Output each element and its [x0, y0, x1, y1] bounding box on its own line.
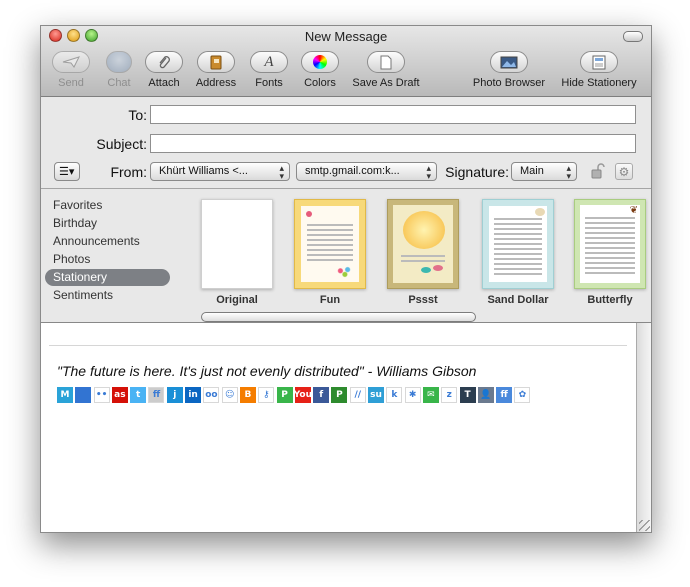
hide-stationery-label: Hide Stationery	[561, 77, 637, 89]
plurk-icon[interactable]: P	[276, 387, 293, 403]
zooomr-icon[interactable]: z	[441, 387, 458, 403]
signature-label: Signature:	[445, 164, 509, 180]
friendfeed-icon[interactable]: ff	[148, 387, 165, 403]
attach-button[interactable]: Attach	[134, 51, 194, 89]
draft-icon	[367, 51, 405, 73]
subject-label: Subject:	[96, 136, 147, 152]
template-label: Pssst	[408, 294, 438, 306]
message-body[interactable]: "The future is here. It's just not evenl…	[41, 323, 636, 532]
smtp-value: smtp.gmail.com:k...	[305, 165, 400, 177]
template-label: Original	[216, 294, 258, 306]
template-sand-dollar[interactable]	[482, 199, 554, 289]
category-stationery[interactable]: Stationery	[45, 269, 170, 286]
stationery-icon	[580, 51, 618, 73]
twitxr-icon[interactable]: ✉	[422, 387, 439, 403]
from-value: Khürt Williams <...	[159, 165, 248, 177]
kirtsy-icon[interactable]: k	[386, 387, 403, 403]
window-title: New Message	[304, 29, 388, 44]
twitter-icon[interactable]: t	[130, 387, 147, 403]
chat-icon	[106, 51, 132, 73]
template-butterfly[interactable]: ❦	[574, 199, 646, 289]
lastfm-icon[interactable]: as	[111, 387, 128, 403]
address-button[interactable]: Address	[186, 51, 246, 89]
updown-arrows-icon: ▴ ▾	[279, 163, 284, 181]
category-favorites[interactable]: Favorites	[45, 197, 170, 214]
category-birthday[interactable]: Birthday	[45, 215, 170, 232]
template-label: Butterfly	[587, 294, 633, 306]
jaiku-icon[interactable]: j	[166, 387, 183, 403]
header-fields-menu[interactable]: ☰▾	[54, 162, 80, 181]
key-icon[interactable]: ⚷	[258, 387, 275, 403]
fonts-icon: A	[250, 51, 288, 73]
flower-icon[interactable]: ✿	[514, 387, 531, 403]
list-icon: ☰▾	[59, 166, 75, 178]
paperclip-icon	[145, 51, 183, 73]
pownce-icon[interactable]: P	[331, 387, 348, 403]
profile-icon[interactable]: 👤	[477, 387, 494, 403]
smiley-icon[interactable]: ☺	[221, 387, 238, 403]
netvibes-icon[interactable]: //	[349, 387, 366, 403]
stationery-scrollbar[interactable]	[201, 312, 476, 322]
subject-field[interactable]	[150, 134, 636, 153]
signature-value: Main	[520, 165, 544, 177]
color-wheel-icon	[301, 51, 339, 73]
signature-popup[interactable]: Main ▴ ▾	[511, 162, 577, 181]
photo-browser-label: Photo Browser	[472, 77, 546, 89]
save-as-draft-button[interactable]: Save As Draft	[343, 51, 429, 89]
resize-grip-icon[interactable]	[639, 520, 650, 531]
send-icon	[52, 51, 90, 73]
smtp-popup[interactable]: smtp.gmail.com:k... ▴ ▾	[296, 162, 437, 181]
colors-button[interactable]: Colors	[290, 51, 350, 89]
blogger-icon[interactable]: B	[239, 387, 256, 403]
category-photos[interactable]: Photos	[45, 251, 170, 268]
ff-icon[interactable]: ff	[496, 387, 513, 403]
stationery-pane: Favorites Birthday Announcements Photos …	[41, 189, 651, 323]
category-announcements[interactable]: Announcements	[45, 233, 170, 250]
category-sentiments[interactable]: Sentiments	[45, 287, 170, 304]
cc-icon[interactable]: oo	[203, 387, 220, 403]
body-scrollbar[interactable]	[636, 323, 651, 532]
linkedin-icon[interactable]: in	[185, 387, 202, 403]
lock-icon[interactable]	[591, 163, 605, 179]
template-pssst[interactable]	[387, 199, 459, 289]
yelp-icon[interactable]: ✱	[404, 387, 421, 403]
save-as-draft-label: Save As Draft	[352, 77, 420, 89]
attach-label: Attach	[148, 77, 180, 89]
template-fun[interactable]	[294, 199, 366, 289]
from-popup[interactable]: Khürt Williams <... ▴ ▾	[150, 162, 290, 181]
facebook-icon[interactable]: f	[313, 387, 330, 403]
compose-window: New Message Send Chat Attach Address A F…	[40, 25, 652, 533]
template-label: Sand Dollar	[487, 294, 549, 306]
youtube-icon[interactable]: You	[294, 387, 311, 403]
signature-quote: "The future is here. It's just not evenl…	[57, 363, 477, 379]
address-label: Address	[195, 77, 237, 89]
hide-stationery-button[interactable]: Hide Stationery	[556, 51, 642, 89]
tumblr-icon[interactable]: T	[459, 387, 476, 403]
title-bar: New Message Send Chat Attach Address A F…	[41, 26, 651, 97]
to-field[interactable]	[150, 105, 636, 124]
message-header: To: Subject: ☰▾ From: Khürt Williams <..…	[41, 97, 651, 189]
flickr-icon[interactable]: ••	[93, 387, 110, 403]
address-book-icon	[197, 51, 235, 73]
template-label: Fun	[319, 294, 341, 306]
from-label: From:	[110, 164, 147, 180]
gear-icon[interactable]: ⚙	[615, 163, 633, 180]
updown-arrows-icon: ▴ ▾	[566, 163, 571, 181]
colors-label: Colors	[304, 77, 336, 89]
social-icons-row: M••astffjinoo☺B⚷PYoufP//suk✱✉zT👤ff✿	[57, 387, 533, 403]
toolbar-toggle-button[interactable]	[623, 31, 643, 42]
template-original[interactable]	[201, 199, 273, 289]
signature-divider	[49, 345, 627, 346]
photo-browser-button[interactable]: Photo Browser	[464, 51, 554, 89]
updown-arrows-icon: ▴ ▾	[426, 163, 431, 181]
mybloglog-icon[interactable]: M	[57, 387, 73, 403]
photo-browser-icon	[490, 51, 528, 73]
stumbleupon-icon[interactable]: su	[368, 387, 385, 403]
to-label: To:	[128, 107, 147, 123]
delicious-icon[interactable]	[75, 387, 92, 403]
